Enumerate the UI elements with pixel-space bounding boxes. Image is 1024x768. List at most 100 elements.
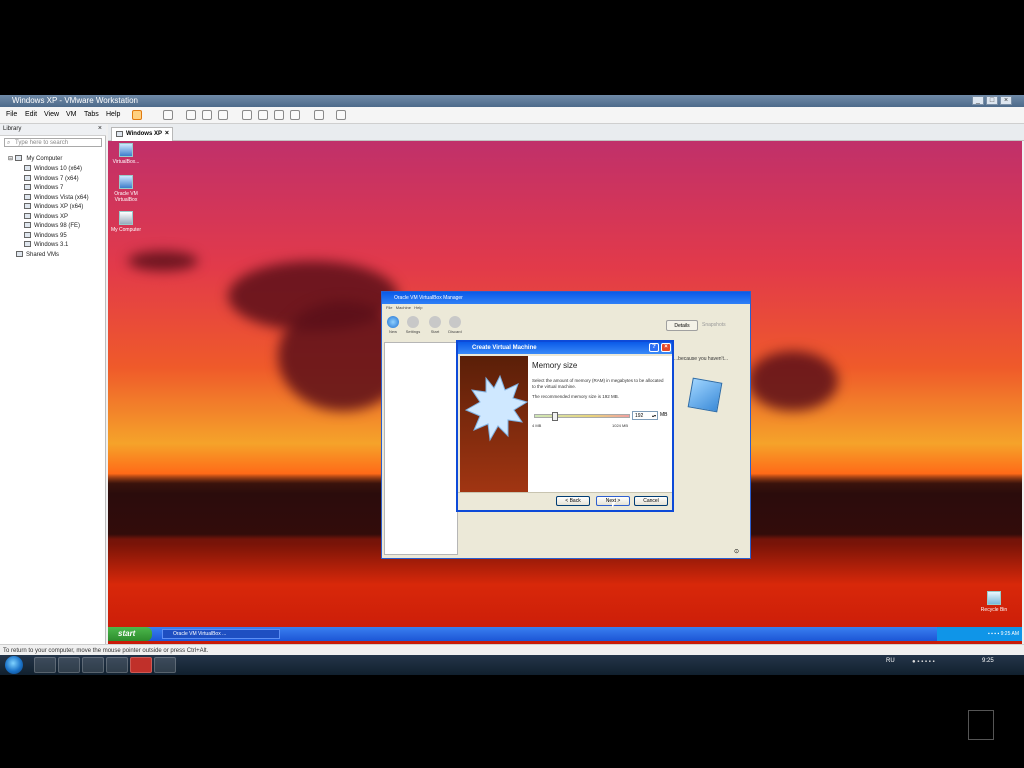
tray-icons: ▪ ▪ ▪ ▪ [987, 631, 1001, 637]
maximize-button[interactable]: □ [986, 96, 998, 105]
vb-discard-button[interactable]: Discard [446, 316, 464, 334]
tree-item-win7x64[interactable]: Windows 7 (x64) [24, 174, 79, 183]
recommended-memory-text: The recommended memory size is 192 MB. [532, 394, 620, 399]
resize-grip-icon[interactable]: ⊙ [734, 548, 739, 555]
menu-tabs[interactable]: Tabs [84, 111, 99, 118]
computer-icon [119, 211, 133, 225]
tree-item-win7[interactable]: Windows 7 [24, 184, 63, 192]
tree-item-label: Windows Vista (x64) [34, 194, 89, 201]
memory-slider[interactable] [534, 412, 630, 421]
library-search-input[interactable]: ⌕ Type here to search [4, 138, 102, 147]
virtualbox-icon [119, 175, 133, 189]
full-screen-icon[interactable] [274, 110, 284, 120]
start-label: start [118, 629, 136, 638]
minimize-button[interactable]: _ [972, 96, 984, 105]
menu-edit[interactable]: Edit [25, 111, 37, 118]
vb-details-button[interactable]: Details [666, 320, 698, 331]
help-button[interactable]: ? [649, 343, 659, 352]
cancel-button[interactable]: Cancel [634, 496, 668, 506]
tree-item-win31[interactable]: Windows 3.1 [24, 241, 68, 249]
unity-icon[interactable] [290, 110, 300, 120]
virtualbox-title-bar: Oracle VM VirtualBox Manager [382, 292, 750, 304]
vb-menu-file[interactable]: File [386, 305, 392, 310]
library-search-placeholder: Type here to search [15, 140, 69, 146]
snapshot-icon[interactable] [186, 110, 196, 120]
console-view-icon[interactable] [314, 110, 324, 120]
menu-help[interactable]: Help [106, 111, 120, 118]
vb-welcome-text: ...because you haven't... [674, 356, 729, 362]
cancel-label: Cancel [643, 498, 659, 504]
xp-taskbar: start Oracle VM VirtualBox ... ▪ ▪ ▪ ▪ 9… [108, 627, 1022, 641]
tree-item-win95[interactable]: Windows 95 [24, 231, 67, 240]
tab-label: Windows XP [126, 131, 162, 137]
tool-label: Settings [405, 329, 421, 334]
desktop-icon-my-computer[interactable]: My Computer [108, 211, 146, 233]
vm-list[interactable] [384, 342, 458, 555]
vb-new-button[interactable]: New [384, 316, 402, 334]
taskbar-vmware-icon[interactable] [106, 657, 128, 673]
vmware-window: Windows XP - VMware Workstation _ □ × Fi… [0, 95, 1024, 658]
tree-shared-vms[interactable]: Shared VMs [16, 251, 59, 259]
menu-vm[interactable]: VM [66, 111, 77, 118]
taskbar-explorer-icon[interactable] [34, 657, 56, 673]
status-text: To return to your computer, move the mou… [3, 648, 209, 654]
vb-start-button[interactable]: Start [426, 316, 444, 334]
task-label: Oracle VM VirtualBox ... [173, 631, 227, 637]
desktop-icon-label: VirtualBox... [112, 159, 140, 165]
send-keys-icon[interactable] [163, 110, 173, 120]
snapshot-manager-icon[interactable] [218, 110, 228, 120]
cloud-shape [128, 251, 198, 271]
pause-icon[interactable] [132, 110, 142, 120]
back-button[interactable]: < Back [556, 496, 590, 506]
win7-taskbar: RU ● ▪ ▪ ▪ ▪ ▪ 9:25 [0, 655, 1024, 675]
memory-spinbox[interactable]: 192 ▴▾ [632, 411, 658, 420]
page-title: Memory size [532, 361, 578, 370]
revert-snapshot-icon[interactable] [202, 110, 212, 120]
xp-start-button[interactable]: start [108, 627, 152, 641]
vb-settings-button[interactable]: Settings [404, 316, 422, 334]
show-library-icon[interactable] [242, 110, 252, 120]
language-indicator[interactable]: RU [886, 658, 895, 664]
tree-item-vistax64[interactable]: Windows Vista (x64) [24, 193, 89, 202]
channel-logo-icon [968, 710, 994, 740]
taskbar-app-icon[interactable] [82, 657, 104, 673]
close-library-icon[interactable]: × [98, 125, 102, 132]
taskbar-chrome-icon[interactable] [58, 657, 80, 673]
spin-arrows-icon[interactable]: ▴▾ [652, 412, 656, 420]
guest-desktop[interactable]: VirtualBox... Oracle VM VirtualBox My Co… [108, 141, 1022, 645]
win7-start-orb[interactable] [5, 656, 23, 674]
tree-item-xpx64[interactable]: Windows XP (x64) [24, 203, 83, 211]
desktop-icon-label: Recycle Bin [980, 607, 1008, 613]
desktop-icon-virtualbox[interactable]: VirtualBox... [108, 143, 146, 165]
xp-task-virtualbox[interactable]: Oracle VM VirtualBox ... [162, 629, 280, 639]
vm-icon [116, 131, 123, 137]
vb-menu-machine[interactable]: Machine [396, 305, 411, 310]
tree-item-win98[interactable]: Windows 98 (FE) [24, 222, 80, 230]
wizard-side-image [460, 356, 529, 492]
menu-view[interactable]: View [44, 111, 59, 118]
create-vm-title-bar: Create Virtual Machine ? × [458, 342, 672, 354]
tree-item-win10x64[interactable]: Windows 10 (x64) [24, 165, 82, 173]
thumbnail-bar-icon[interactable] [258, 110, 268, 120]
close-dialog-button[interactable]: × [661, 343, 671, 352]
close-tab-icon[interactable]: × [165, 128, 169, 140]
tree-item-xp[interactable]: Windows XP [24, 212, 68, 221]
library-header: Library × [0, 124, 106, 136]
vb-snapshots-button[interactable]: Snapshots [702, 320, 742, 331]
vb-menu-help[interactable]: Help [414, 305, 422, 310]
close-button[interactable]: × [1000, 96, 1012, 105]
desktop-icon-recycle-bin[interactable]: Recycle Bin [974, 591, 1014, 613]
memory-slider-thumb[interactable] [551, 412, 558, 421]
taskbar-virtualbox-icon[interactable] [154, 657, 176, 673]
stretch-guest-icon[interactable] [336, 110, 346, 120]
desktop-icon-oracle-vm[interactable]: Oracle VM VirtualBox [108, 175, 146, 203]
taskbar-recorder-icon[interactable] [130, 657, 152, 673]
tab-windows-xp[interactable]: Windows XP × [111, 127, 173, 141]
expand-icon[interactable]: ⊟ [8, 156, 13, 162]
menu-file[interactable]: File [6, 111, 17, 118]
tree-my-computer[interactable]: ⊟ My Computer [8, 155, 62, 163]
memory-max-label: 1024 MB [612, 423, 629, 428]
tree-shared-label: Shared VMs [26, 252, 60, 258]
win7-clock[interactable]: 9:25 [982, 658, 994, 664]
vm-icon [24, 165, 31, 171]
